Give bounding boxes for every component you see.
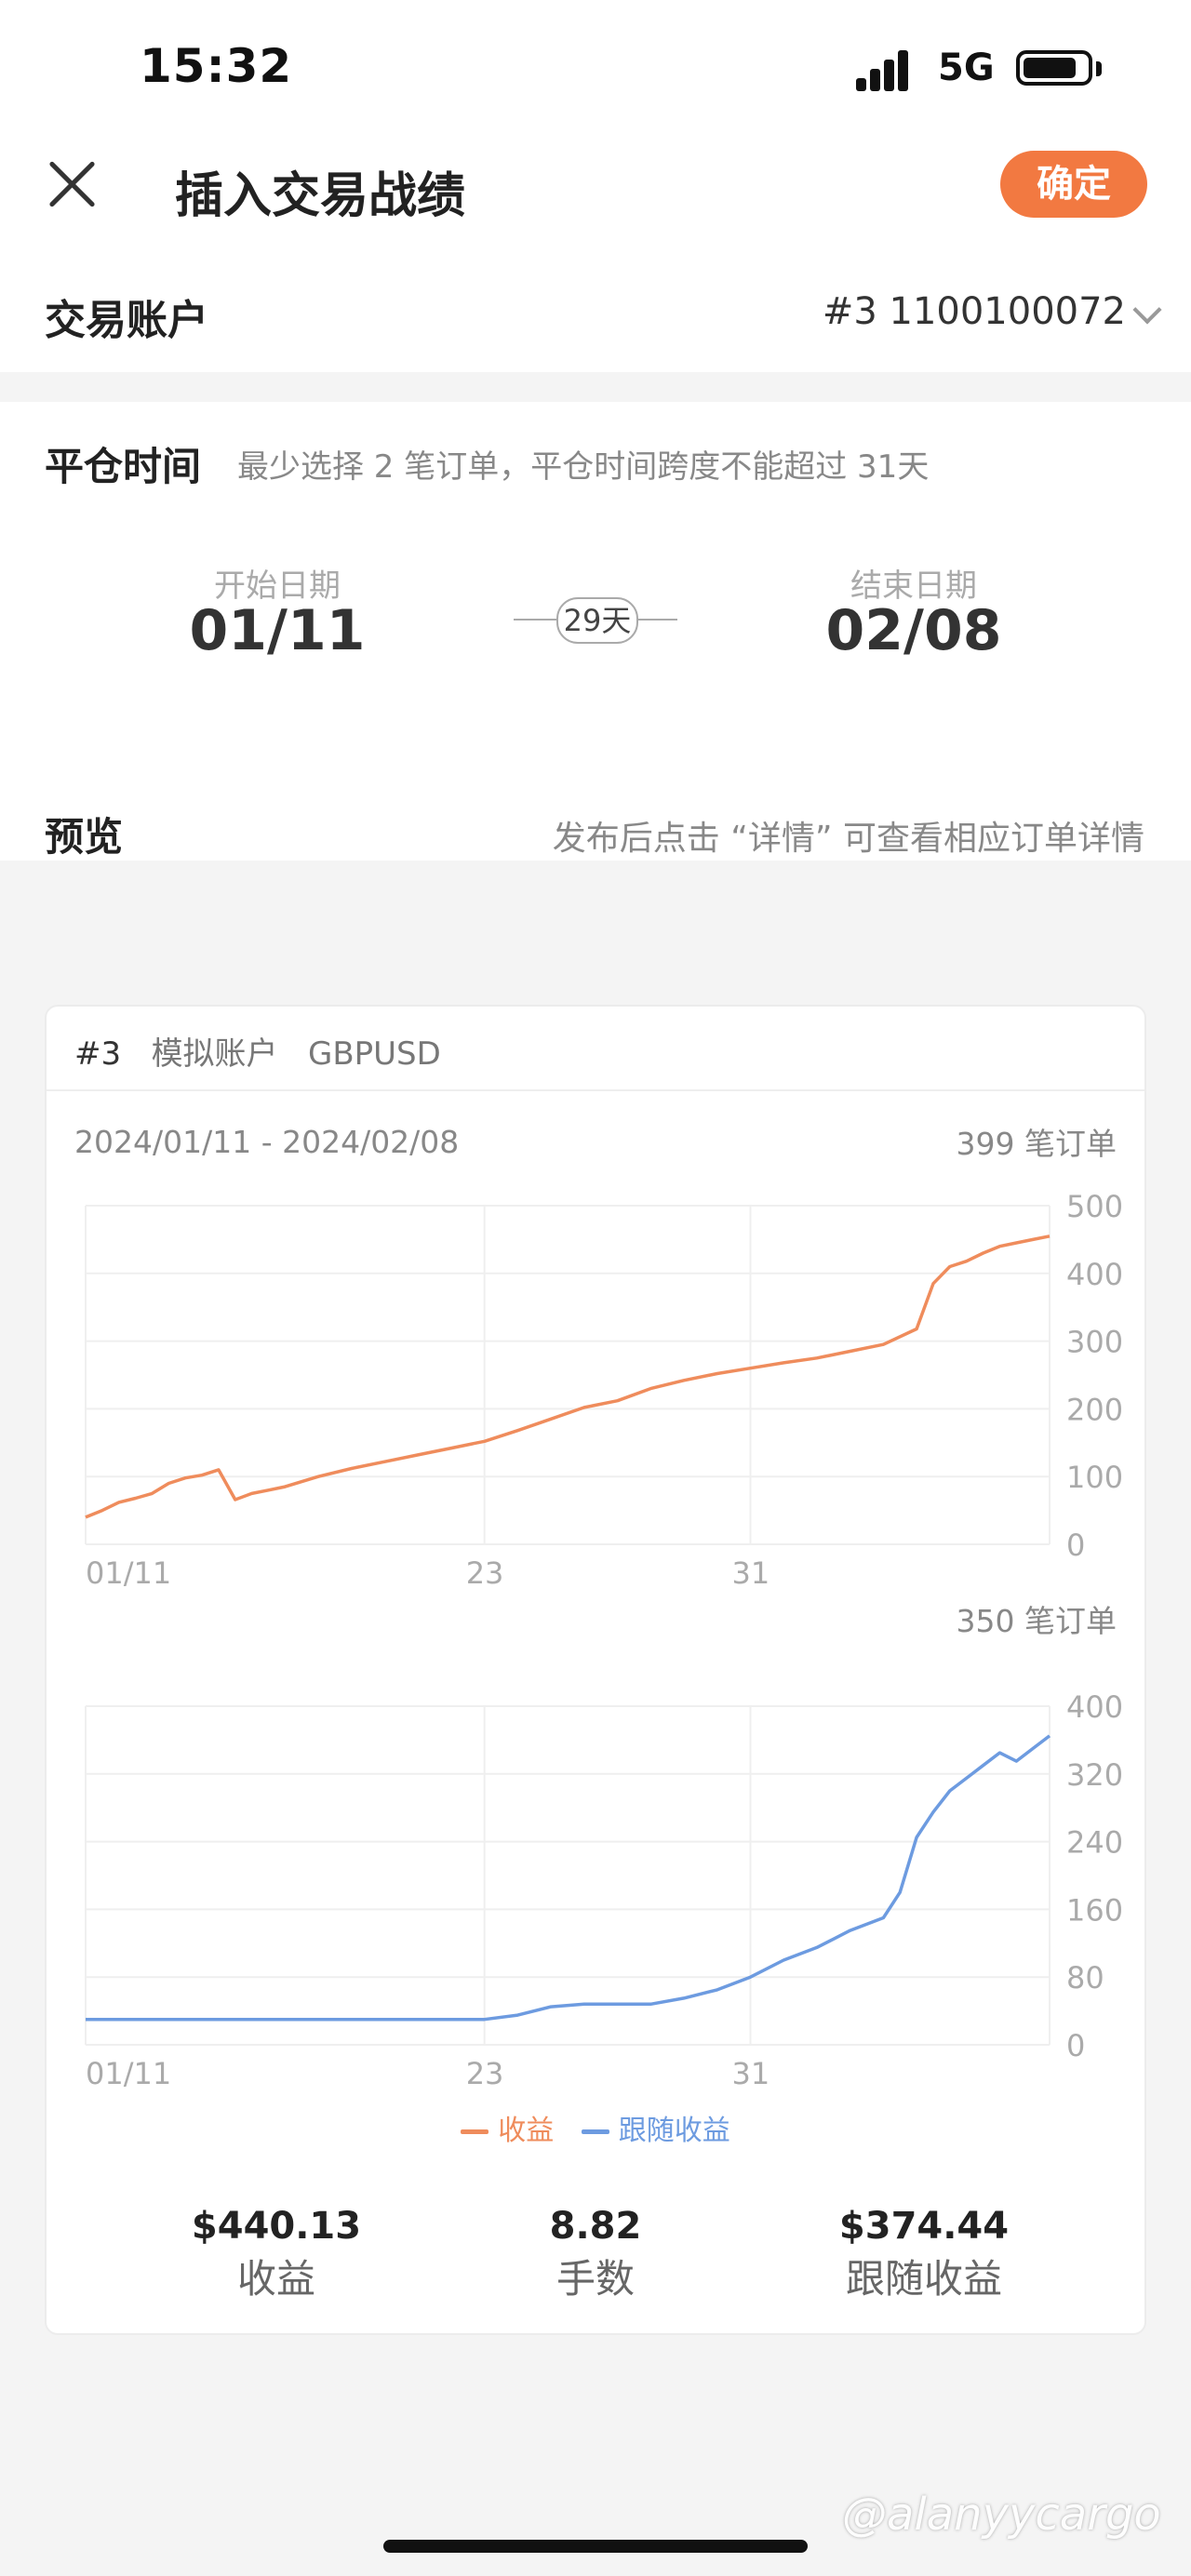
- y-tick-label: 0: [1066, 2028, 1085, 2063]
- y-tick-label: 500: [1066, 1191, 1123, 1224]
- x-tick-label: 23: [466, 1555, 504, 1591]
- close-time-label: 平仓时间: [45, 444, 202, 489]
- watermark: @alanyycargo: [842, 2489, 1161, 2541]
- span-badge: 29天: [556, 597, 638, 644]
- chart-legend: 收益 跟随收益: [0, 2107, 1191, 2148]
- x-tick-label: 31: [731, 2056, 769, 2091]
- start-date-value[interactable]: 01/11: [156, 598, 398, 663]
- y-tick-label: 0: [1066, 1528, 1085, 1563]
- close-icon[interactable]: [42, 153, 103, 215]
- close-time-hint: 最少选择 2 笔订单，平仓时间跨度不能超过 31天: [237, 448, 930, 486]
- status-time: 15:32: [140, 39, 293, 93]
- series-line: [85, 1235, 1050, 1519]
- y-tick-label: 400: [1066, 1257, 1123, 1292]
- x-tick-label: 01/11: [86, 2056, 171, 2091]
- x-tick-label: 23: [466, 2056, 504, 2091]
- page-title: 插入交易战绩: [175, 168, 466, 224]
- battery-icon: [1016, 50, 1092, 86]
- y-tick-label: 200: [1066, 1392, 1123, 1427]
- y-tick-label: 240: [1066, 1825, 1123, 1861]
- orders-count-top: 399 笔订单: [956, 1126, 1117, 1162]
- x-tick-label: 31: [731, 1555, 769, 1591]
- network-label: 5G: [938, 47, 995, 89]
- span-line-left: [514, 619, 556, 621]
- stat-follow-value: $374.44: [838, 2205, 1010, 2248]
- card-account-no: #3: [74, 1035, 122, 1073]
- orders-count-bottom: 350 笔订单: [956, 1603, 1117, 1639]
- preview-label: 预览: [45, 814, 124, 860]
- signal-icon: [856, 48, 921, 91]
- date-range: 2024/01/11 - 2024/02/08: [74, 1124, 460, 1160]
- y-tick-label: 300: [1066, 1325, 1123, 1360]
- y-tick-label: 80: [1066, 1960, 1104, 1995]
- stat-follow-label: 跟随收益: [845, 2256, 1002, 2302]
- stat-profit-label: 收益: [236, 2256, 315, 2302]
- card-symbol: GBPUSD: [308, 1035, 441, 1073]
- preview-hint: 发布后点击 “详情” 可查看相应订单详情: [552, 820, 1144, 858]
- legend-item-profit: 收益: [461, 2107, 554, 2148]
- span-line-right: [635, 619, 677, 621]
- stat-lots-value: 8.82: [549, 2205, 642, 2248]
- home-indicator[interactable]: [383, 2540, 808, 2553]
- profit-chart: 500 400 300 200 100 0 01/11 23 31: [85, 1191, 1123, 1591]
- card-account-type: 模拟账户: [151, 1035, 278, 1073]
- card-header: #3 模拟账户 GBPUSD: [74, 1028, 441, 1074]
- y-tick-label: 320: [1066, 1757, 1123, 1793]
- y-tick-label: 100: [1066, 1460, 1123, 1495]
- stat-lots-label: 手数: [555, 2256, 635, 2302]
- legend-item-follow: 跟随收益: [581, 2107, 730, 2148]
- y-tick-label: 400: [1066, 1691, 1123, 1725]
- end-date-value[interactable]: 02/08: [793, 598, 1035, 663]
- card-divider: [47, 1089, 1144, 1091]
- battery-cap: [1096, 61, 1102, 76]
- account-label: 交易账户: [45, 297, 208, 344]
- follow-profit-chart: 400 320 240 160 80 0 01/11 23 31: [85, 1691, 1123, 2091]
- y-tick-label: 160: [1066, 1892, 1123, 1928]
- account-select[interactable]: #3 1100100072: [810, 290, 1126, 333]
- stat-profit-value: $440.13: [191, 2205, 362, 2248]
- confirm-button[interactable]: 确定: [1000, 151, 1147, 218]
- x-tick-label: 01/11: [86, 1555, 171, 1591]
